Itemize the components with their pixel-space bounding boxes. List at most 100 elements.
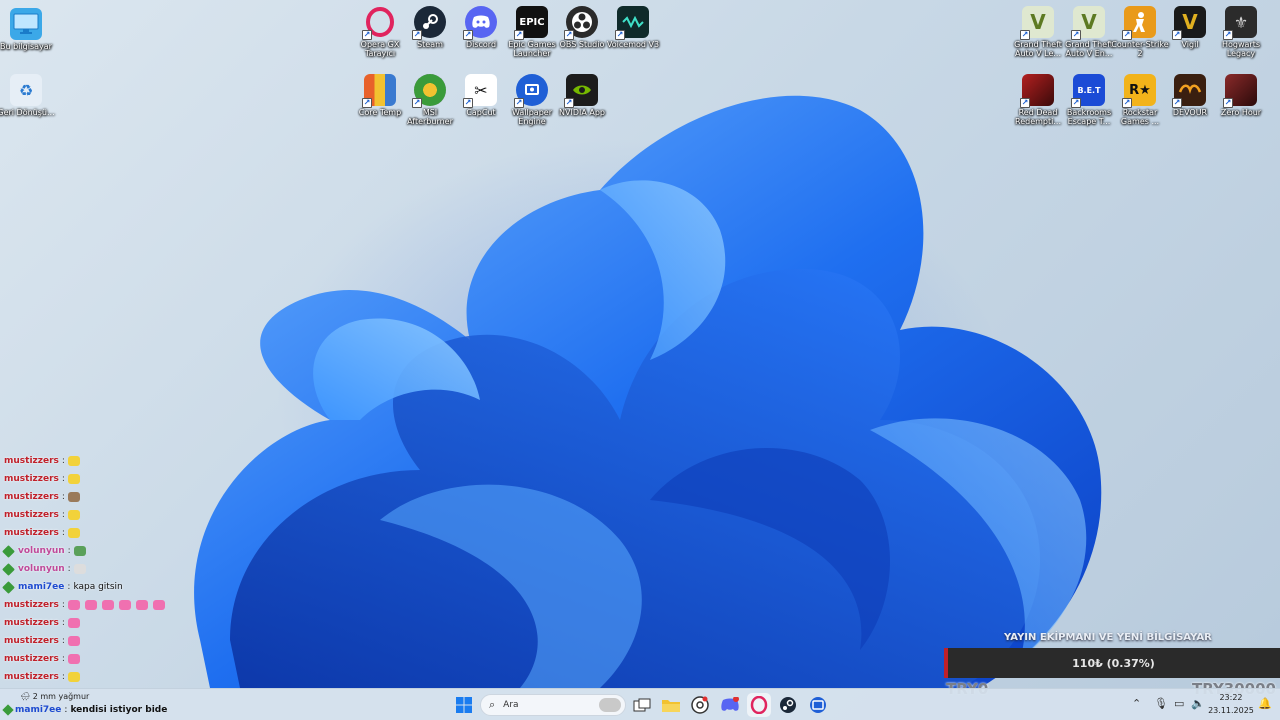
chat-username: mustizzers xyxy=(4,456,59,466)
windows-start-button[interactable] xyxy=(452,693,476,717)
goal-progress-text: 110₺ (0.37%) xyxy=(1072,656,1155,670)
taskbar: 🌧 2 mm yağmur mami7ee : kendisi istiyor … xyxy=(0,688,1280,720)
microphone-icon[interactable]: 🎙 xyxy=(1154,697,1168,710)
rockstar-icon: R★ ↗ xyxy=(1122,74,1156,108)
msi-afterburner-icon: ↗ xyxy=(412,74,446,108)
wallpaper-engine-taskbar-button[interactable] xyxy=(806,693,830,717)
desktop-icon-voicemod[interactable]: ↗ Voicemod V3 xyxy=(603,2,663,49)
chat-emote-icon xyxy=(67,600,80,610)
chat-separator: : xyxy=(61,672,65,682)
discord-taskbar-button[interactable] xyxy=(718,693,742,717)
chat-message-row: volunyun: xyxy=(0,542,240,560)
chat-badge-icon xyxy=(2,580,15,594)
chat-username: mustizzers xyxy=(4,510,59,520)
gta-v-icon: V ↗ xyxy=(1020,6,1054,40)
file-explorer-button[interactable] xyxy=(659,693,683,717)
core-temp-icon: ↗ xyxy=(362,74,396,108)
desktop-icon-this-pc[interactable]: Bu bilgisayar xyxy=(0,4,56,51)
chat-badge-icon xyxy=(2,562,15,576)
chat-message-row: mustizzers: xyxy=(0,470,240,488)
chrome-icon xyxy=(691,696,709,714)
task-view-button[interactable] xyxy=(630,693,654,717)
chat-emote-icon xyxy=(73,546,86,556)
desktop-icon-label: NVIDIA App xyxy=(559,108,605,117)
vigil-icon: V ↗ xyxy=(1172,6,1206,40)
zero-hour-icon: ↗ xyxy=(1223,74,1257,108)
chat-username: mami7ee xyxy=(18,582,65,592)
chat-username: mustizzers xyxy=(4,654,59,664)
chat-message-row: mustizzers: xyxy=(0,650,240,668)
chat-separator: : xyxy=(61,636,65,646)
chat-username: mustizzers xyxy=(4,528,59,538)
desktop-icon-label: Zero Hour xyxy=(1220,108,1262,117)
goal-progress-fill xyxy=(947,648,949,678)
chat-message-text: kapa gitsin xyxy=(73,582,123,592)
desktop-icon-zero-hour[interactable]: ↗ Zero Hour xyxy=(1211,70,1271,117)
stream-chat-overlay: mustizzers: mustizzers: mustizzers: mustizz… xyxy=(0,452,240,686)
backrooms-icon: B.E.T ↗ xyxy=(1071,74,1105,108)
chat-username: mustizzers xyxy=(4,600,59,610)
weather-widget[interactable]: 🌧 2 mm yağmur xyxy=(20,692,89,701)
chat-username: mustizzers xyxy=(4,636,59,646)
discord-icon xyxy=(721,697,739,711)
steam-taskbar-button[interactable] xyxy=(776,693,800,717)
chat-emote-icon xyxy=(67,528,80,538)
goal-progress-bar: 110₺ (0.37%) xyxy=(944,648,1280,678)
capcut-icon: ✂ ↗ xyxy=(463,74,497,108)
search-highlight-icon xyxy=(599,698,621,712)
discord-icon: ↗ xyxy=(463,6,497,40)
capcut-tile-text: ✂ xyxy=(474,80,488,100)
desktop-icon-nvidia[interactable]: ↗ NVIDIA App xyxy=(552,70,612,117)
counter-strike-icon: ↗ xyxy=(1122,6,1156,40)
vigil-tile-text: V xyxy=(1182,10,1198,34)
chat-badge-icon xyxy=(2,544,15,558)
desktop-icon-label: Geri Dönüşü... xyxy=(0,108,55,117)
taskbar-search-box[interactable]: ⌕ Ara xyxy=(480,694,626,716)
chat-emote-icon xyxy=(84,600,97,610)
chat-separator: : xyxy=(67,582,71,592)
chat-separator: : xyxy=(61,492,65,502)
chat-message-row: mustizzers: xyxy=(0,506,240,524)
chat-emote-icon xyxy=(101,600,114,610)
devour-icon: ↗ xyxy=(1172,74,1206,108)
chat-emote-icon xyxy=(67,654,80,664)
steam-icon: ↗ xyxy=(412,6,446,40)
chat-overlay-taskbar-line: mami7ee : kendisi istiyor bide xyxy=(2,704,167,716)
task-view-icon xyxy=(633,698,651,712)
windows-start-icon xyxy=(456,697,472,713)
network-icon[interactable]: ▭ xyxy=(1174,697,1184,710)
backrooms-tile-text: B.E.T xyxy=(1077,85,1101,95)
desktop-icon-recycle-bin[interactable]: ♻ Geri Dönüşü... xyxy=(0,70,56,117)
chat-emote-icon xyxy=(118,600,131,610)
wallpaper-engine-icon: ↗ xyxy=(514,74,548,108)
chat-username: volunyun xyxy=(18,564,65,574)
desktop-icon-hogwarts-legacy[interactable]: ⚜ ↗ Hogwarts Legacy xyxy=(1211,2,1271,58)
rockstar-tile-text: R★ xyxy=(1129,82,1151,98)
chat-separator: : xyxy=(61,654,65,664)
search-icon: ⌕ xyxy=(489,698,496,711)
tray-overflow-chevron-icon[interactable]: ⌃ xyxy=(1132,697,1141,710)
volume-icon[interactable]: 🔈 xyxy=(1191,697,1205,710)
chat-emote-icon xyxy=(67,456,80,466)
clock-time: 23:22 xyxy=(1219,693,1243,702)
hogwarts-icon: ⚜ ↗ xyxy=(1223,6,1257,40)
chat-separator: : xyxy=(64,705,68,715)
chat-message-row: mustizzers: xyxy=(0,488,240,506)
chat-separator: : xyxy=(67,564,71,574)
chat-emote-icon xyxy=(67,474,80,484)
opera-gx-taskbar-button[interactable] xyxy=(747,693,771,717)
chat-emote-icon xyxy=(67,618,80,628)
notification-bell-icon[interactable]: 🔔 xyxy=(1258,697,1272,710)
chat-badge-icon xyxy=(2,704,14,716)
chat-message-row: mustizzers: xyxy=(0,668,240,686)
chat-emote-icon xyxy=(67,672,80,682)
chat-message-row: mustizzers: xyxy=(0,524,240,542)
gta-v-enhanced-icon: V ↗ xyxy=(1071,6,1105,40)
weather-icon: 🌧 xyxy=(20,692,31,701)
system-clock[interactable]: 23:22 23.11.2025 xyxy=(1208,691,1254,717)
chat-emote-icon xyxy=(67,510,80,520)
obs-icon: ↗ xyxy=(564,6,598,40)
opera-gx-icon xyxy=(750,696,768,714)
chat-emote-icon xyxy=(73,564,86,574)
chrome-button[interactable] xyxy=(688,693,712,717)
